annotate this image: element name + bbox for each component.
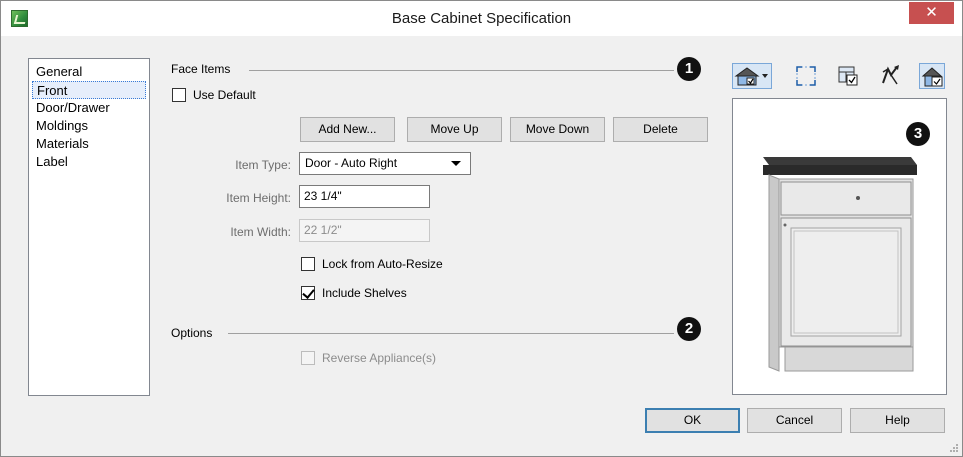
include-shelves-label: Include Shelves (322, 286, 407, 300)
move-up-button[interactable]: Move Up (407, 117, 502, 142)
show-dimensions-icon (838, 66, 858, 86)
show-dimensions-button[interactable] (835, 63, 861, 89)
category-item-label[interactable]: Label (32, 153, 146, 171)
category-item-materials[interactable]: Materials (32, 135, 146, 153)
face-items-divider (249, 70, 674, 71)
item-height-label: Item Height: (226, 191, 291, 205)
ok-button[interactable]: OK (645, 408, 740, 433)
fill-window-icon (796, 66, 816, 86)
use-default-label: Use Default (193, 88, 256, 102)
options-divider (228, 333, 674, 334)
render-mode-button[interactable] (732, 63, 772, 89)
reverse-appliance-checkbox[interactable] (301, 351, 315, 365)
delete-button[interactable]: Delete (613, 117, 708, 142)
category-item-door-drawer[interactable]: Door/Drawer (32, 99, 146, 117)
move-down-button[interactable]: Move Down (510, 117, 605, 142)
cabinet-preview-image (763, 157, 917, 372)
fill-window-button[interactable] (793, 63, 819, 89)
options-section-label: Options (171, 326, 213, 340)
item-width-field[interactable]: 22 1/2" (299, 219, 430, 242)
rotate-view-icon (882, 65, 899, 85)
face-items-section-label: Face Items (171, 62, 231, 76)
add-new-button[interactable]: Add New... (300, 117, 395, 142)
use-default-checkbox[interactable] (172, 88, 186, 102)
lock-auto-resize-label: Lock from Auto-Resize (322, 257, 443, 271)
item-type-value: Door - Auto Right (305, 156, 398, 170)
include-shelves-checkbox[interactable] (301, 286, 315, 300)
cancel-button[interactable]: Cancel (747, 408, 842, 433)
reverse-appliance-label: Reverse Appliance(s) (322, 351, 437, 365)
render-mode-icon (734, 67, 768, 86)
resize-grip-icon[interactable] (949, 443, 959, 453)
lock-auto-resize-checkbox[interactable] (301, 257, 315, 271)
rotate-view-button[interactable] (877, 63, 903, 89)
category-list[interactable]: General Front Door/Drawer Moldings Mater… (28, 58, 150, 396)
item-type-label: Item Type: (235, 158, 291, 172)
category-item-front[interactable]: Front (32, 81, 146, 99)
title-bar: Base Cabinet Specification ✕ (1, 1, 962, 36)
dialog-window: Base Cabinet Specification ✕ General Fro… (0, 0, 963, 457)
callout-marker-1: 1 (677, 57, 701, 81)
item-type-select[interactable]: Door - Auto Right (299, 152, 471, 175)
category-item-moldings[interactable]: Moldings (32, 117, 146, 135)
help-button[interactable]: Help (850, 408, 945, 433)
cabinet-view-button[interactable] (919, 63, 945, 89)
close-button[interactable]: ✕ (909, 2, 954, 24)
callout-marker-2: 2 (677, 317, 701, 341)
item-height-field[interactable]: 23 1/4" (299, 185, 430, 208)
item-width-label: Item Width: (230, 225, 291, 239)
chevron-down-icon (451, 161, 461, 166)
cabinet-view-icon (921, 67, 943, 87)
preview-panel[interactable]: 3 (732, 98, 947, 395)
category-item-general[interactable]: General (32, 63, 146, 81)
dialog-title: Base Cabinet Specification (391, 10, 572, 27)
